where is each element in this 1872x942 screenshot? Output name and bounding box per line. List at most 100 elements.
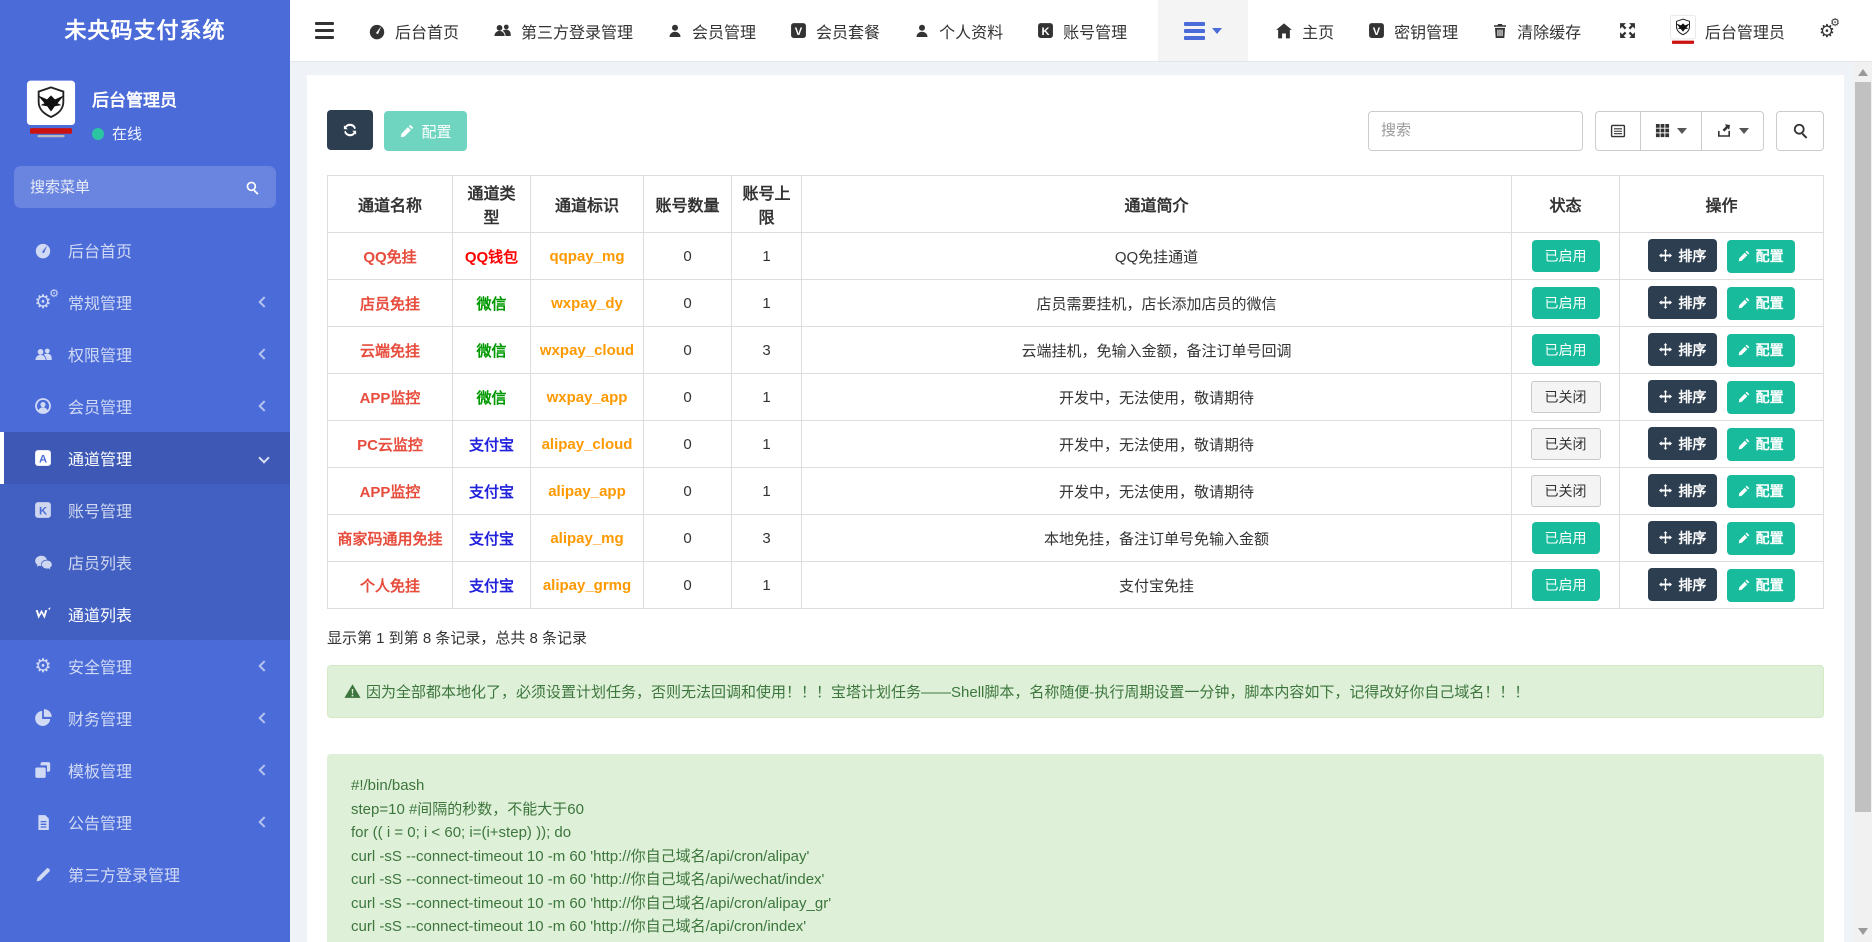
- user-icon: [667, 23, 683, 39]
- export-button[interactable]: [1701, 111, 1764, 151]
- status-badge: 已关闭: [1531, 381, 1601, 413]
- config-button[interactable]: 配置: [384, 111, 467, 151]
- main-area: 后台首页 第三方登录管理 会员管理: [290, 0, 1872, 942]
- gears-icon: ⚙⚙: [32, 293, 54, 312]
- search-icon[interactable]: [245, 180, 260, 195]
- fullscreen-button[interactable]: [1602, 0, 1653, 61]
- topnav-item-home[interactable]: 主页: [1258, 0, 1351, 61]
- account-limit: 1: [732, 280, 802, 327]
- sort-button[interactable]: 排序: [1648, 521, 1717, 554]
- a-square-icon: A: [32, 449, 54, 467]
- vertical-scrollbar[interactable]: [1854, 62, 1872, 942]
- sidebar-item-clerk-list[interactable]: 店员列表: [0, 536, 290, 588]
- config-row-button[interactable]: 配置: [1727, 569, 1795, 602]
- sidebar-item-channel-list[interactable]: 通道列表: [0, 588, 290, 640]
- status-badge: 已启用: [1532, 240, 1600, 272]
- topnav-item-dashboard[interactable]: 后台首页: [351, 0, 476, 61]
- config-row-button[interactable]: 配置: [1727, 287, 1795, 320]
- sort-button[interactable]: 排序: [1648, 427, 1717, 460]
- channel-desc: 云端挂机，免输入金额，备注订单号回调: [802, 327, 1512, 374]
- sidebar-toggle-button[interactable]: [298, 0, 351, 61]
- channel-table: 通道名称 通道类型 通道标识 账号数量 账号上限 通道简介 状态 操作: [327, 175, 1824, 609]
- sidebar-item-label: 账号管理: [68, 498, 132, 522]
- topnav-item-thirdparty-login[interactable]: 第三方登录管理: [476, 0, 650, 61]
- sidebar-item-label: 第三方登录管理: [68, 862, 180, 886]
- account-count: 0: [644, 374, 732, 421]
- account-count: 0: [644, 562, 732, 609]
- scrollbar-down-arrow[interactable]: [1858, 928, 1868, 935]
- code-line: curl -sS --connect-timeout 10 -m 60 'htt…: [351, 868, 1800, 892]
- config-row-button[interactable]: 配置: [1727, 428, 1795, 461]
- search-button[interactable]: [1776, 111, 1824, 151]
- sidebar-search: [14, 166, 276, 208]
- hamburger-icon: [315, 22, 334, 39]
- col-header-account-limit: 账号上限: [732, 176, 802, 233]
- channel-name: APP监控: [328, 468, 453, 515]
- scrollbar-thumb[interactable]: [1855, 82, 1871, 812]
- columns-button[interactable]: [1640, 111, 1702, 151]
- account-count: 0: [644, 468, 732, 515]
- sidebar-item-label: 模板管理: [68, 758, 132, 782]
- topnav-item-keys[interactable]: V 密钥管理: [1351, 0, 1475, 61]
- eagle-logo-icon: [26, 80, 76, 138]
- topnav-item-member-packages[interactable]: V 会员套餐: [773, 0, 897, 61]
- sidebar-item-general[interactable]: ⚙⚙ 常规管理: [0, 276, 290, 328]
- scrollbar-up-arrow[interactable]: [1858, 69, 1868, 76]
- sidebar-item-members[interactable]: 会员管理: [0, 380, 290, 432]
- sidebar-item-accounts[interactable]: K 账号管理: [0, 484, 290, 536]
- refresh-icon: [342, 122, 358, 138]
- topbar: 后台首页 第三方登录管理 会员管理: [290, 0, 1872, 62]
- topnav-item-clear-cache[interactable]: 清除缓存: [1475, 0, 1598, 61]
- list-alt-icon: [1610, 123, 1626, 139]
- sort-button[interactable]: 排序: [1648, 239, 1717, 272]
- channel-type: QQ钱包: [453, 233, 531, 280]
- table-search-input[interactable]: [1368, 111, 1583, 151]
- document-icon: [32, 814, 54, 831]
- settings-button[interactable]: ⚙⚙: [1802, 0, 1852, 61]
- caret-down-icon: [1677, 128, 1687, 134]
- refresh-button[interactable]: [327, 110, 373, 150]
- topnav-item-profile[interactable]: 个人资料: [897, 0, 1020, 61]
- table-row: APP监控 微信 wxpay_app 0 1 开发中，无法使用，敬请期待 已关闭…: [328, 374, 1824, 421]
- sort-button[interactable]: 排序: [1648, 568, 1717, 601]
- sidebar: 未央码支付系统 后台管理员 在线: [0, 0, 290, 942]
- sort-button[interactable]: 排序: [1648, 286, 1717, 319]
- topnav-item-label: 个人资料: [939, 19, 1003, 43]
- config-row-button[interactable]: 配置: [1727, 475, 1795, 508]
- chevron-left-icon: [258, 816, 269, 827]
- status-badge: 已关闭: [1531, 428, 1601, 460]
- sidebar-item-thirdparty-login[interactable]: 第三方登录管理: [0, 848, 290, 900]
- user-circle-icon: [32, 397, 54, 415]
- topnav-item-label: 账号管理: [1063, 19, 1127, 43]
- topnav-item-members[interactable]: 会员管理: [650, 0, 773, 61]
- channel-name: 云端免挂: [328, 327, 453, 374]
- status-badge: 已关闭: [1531, 475, 1601, 507]
- sidebar-item-templates[interactable]: 模板管理: [0, 744, 290, 796]
- sort-button[interactable]: 排序: [1648, 380, 1717, 413]
- sidebar-item-permissions[interactable]: 权限管理: [0, 328, 290, 380]
- svg-text:V: V: [1373, 26, 1381, 38]
- channel-desc: 支付宝免挂: [802, 562, 1512, 609]
- sort-button[interactable]: 排序: [1648, 333, 1717, 366]
- wechat-icon: [32, 553, 54, 572]
- sidebar-item-dashboard[interactable]: 后台首页: [0, 224, 290, 276]
- channel-type: 支付宝: [453, 515, 531, 562]
- channel-name: APP监控: [328, 374, 453, 421]
- channel-ident: qqpay_mg: [531, 233, 644, 280]
- sidebar-item-finance[interactable]: 财务管理: [0, 692, 290, 744]
- sort-button[interactable]: 排序: [1648, 474, 1717, 507]
- config-row-button[interactable]: 配置: [1727, 381, 1795, 414]
- channel-ident: alipay_app: [531, 468, 644, 515]
- config-row-button[interactable]: 配置: [1727, 240, 1795, 273]
- toggle-pagination-button[interactable]: [1595, 111, 1641, 151]
- sidebar-search-input[interactable]: [30, 179, 245, 196]
- sidebar-item-channels[interactable]: A 通道管理: [0, 432, 290, 484]
- topnav-admin[interactable]: 后台管理员: [1653, 0, 1802, 61]
- topnav-item-accounts[interactable]: K 账号管理: [1020, 0, 1144, 61]
- channel-ident: alipay_grmg: [531, 562, 644, 609]
- config-row-button[interactable]: 配置: [1727, 522, 1795, 555]
- sidebar-item-security[interactable]: ⚙ 安全管理: [0, 640, 290, 692]
- nav-list-dropdown-button[interactable]: [1158, 0, 1248, 61]
- sidebar-item-announcements[interactable]: 公告管理: [0, 796, 290, 848]
- config-row-button[interactable]: 配置: [1727, 334, 1795, 367]
